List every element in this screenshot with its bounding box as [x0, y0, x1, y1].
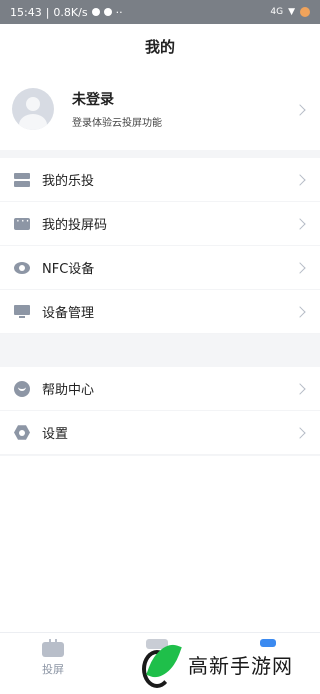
page-background	[0, 456, 320, 632]
menu-group-primary: 我的乐投 我的投屏码 NFC设备 设备管理	[0, 158, 320, 334]
wifi-icon: ▼	[288, 7, 295, 17]
tab-label: 投屏	[42, 663, 64, 676]
profile-card[interactable]: 未登录 登录体验云投屏功能	[0, 68, 320, 150]
menu-item-settings[interactable]: 设置	[0, 411, 320, 455]
network-badge: 4G	[270, 7, 284, 17]
chevron-right-icon	[294, 218, 306, 230]
menu-item-help-center[interactable]: 帮助中心	[0, 367, 320, 411]
status-bar: 15:43 | 0.8K/s ·· 4G ▼	[0, 0, 320, 24]
menu-item-nfc-device[interactable]: NFC设备	[0, 246, 320, 290]
watermark: 高新手游网	[136, 634, 320, 693]
menu-item-label: 设备管理	[42, 306, 95, 321]
nfc-icon	[14, 261, 30, 274]
status-time: 15:43	[10, 5, 42, 19]
avatar	[12, 88, 54, 130]
watermark-logo-icon	[138, 636, 182, 690]
more-icon: ··	[115, 5, 123, 19]
page-header: 我的	[0, 24, 320, 68]
chevron-right-icon	[294, 262, 306, 274]
avatar-body-shape	[19, 114, 47, 130]
page-title: 我的	[144, 37, 175, 56]
status-speed: 0.8K/s	[53, 5, 88, 19]
chevron-right-icon	[294, 306, 306, 318]
mute-icon	[91, 8, 100, 16]
menu-item-my-letou[interactable]: 我的乐投	[0, 158, 320, 202]
menu-item-device-management[interactable]: 设备管理	[0, 290, 320, 334]
help-icon	[14, 380, 30, 397]
profile-name: 未登录	[72, 92, 114, 108]
menu-item-label: 帮助中心	[42, 383, 95, 398]
stack-icon	[14, 172, 30, 187]
profile-subtitle: 登录体验云投屏功能	[72, 118, 162, 129]
monitor-icon	[14, 305, 30, 318]
menu-item-my-cast-code[interactable]: 我的投屏码	[0, 202, 320, 246]
settings-icon	[14, 425, 30, 440]
watermark-text: 高新手游网	[188, 654, 293, 678]
code-icon	[14, 214, 30, 230]
menu-item-label: 设置	[42, 427, 69, 442]
menu-item-label: NFC设备	[42, 262, 95, 277]
menu-item-label: 我的投屏码	[42, 218, 108, 233]
tab-cast[interactable]: 投屏	[23, 639, 83, 677]
chevron-right-icon	[294, 383, 306, 395]
profile-text: 未登录 登录体验云投屏功能	[72, 89, 162, 129]
tv-icon	[42, 639, 64, 657]
notification-icon	[103, 8, 112, 16]
chevron-right-icon	[294, 174, 306, 186]
menu-group-secondary: 帮助中心 设置	[0, 367, 320, 455]
avatar-head-shape	[26, 97, 40, 111]
chevron-right-icon	[294, 427, 306, 439]
chevron-right-icon	[294, 104, 306, 116]
battery-icon	[300, 7, 310, 17]
menu-item-label: 我的乐投	[42, 174, 95, 189]
